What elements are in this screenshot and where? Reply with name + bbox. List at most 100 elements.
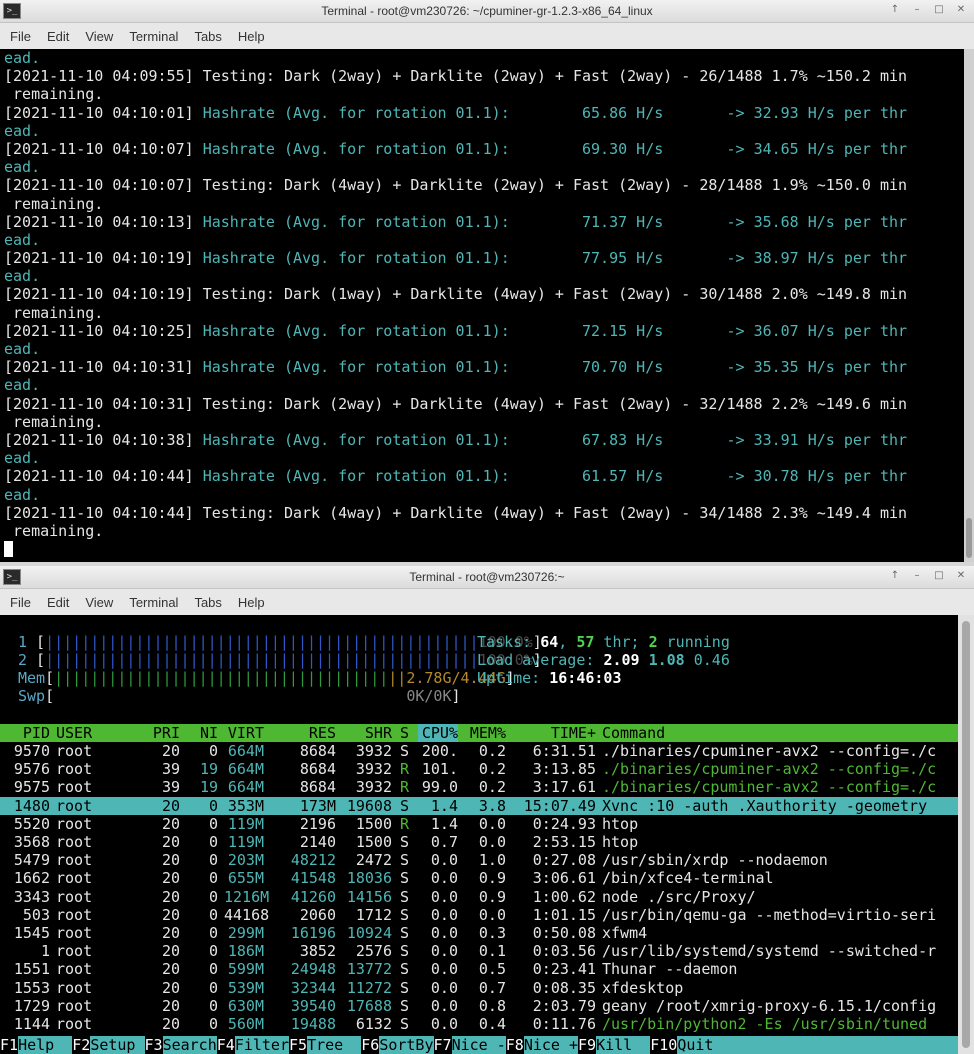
cell-s: S xyxy=(400,1015,410,1033)
menu-tabs[interactable]: Tabs xyxy=(186,595,229,610)
process-row[interactable]: 1662 root 20 0 655M 41548 18036 S 0.0 0.9 3:06.61 /… xyxy=(0,869,958,887)
window-title: Terminal - root@vm230726: ~/cpuminer-gr-… xyxy=(321,4,653,18)
column-header-virt[interactable]: VIRT xyxy=(224,724,264,742)
scrollbar-thumb[interactable] xyxy=(962,621,970,1048)
column-header-pid[interactable]: PID xyxy=(0,724,50,742)
cell-res: 19488 xyxy=(290,1015,336,1033)
process-row[interactable]: 1144 root 20 0 560M 19488 6132 S 0.0 0.4 0:11.76/u… xyxy=(0,1015,958,1033)
cell-virt: 186M xyxy=(227,942,264,961)
cell-cmd: htop xyxy=(602,814,639,833)
keep-above-icon[interactable]: ↑ xyxy=(888,3,902,17)
column-header-time[interactable]: TIME+ xyxy=(516,724,596,742)
column-header-shr[interactable]: SHR xyxy=(342,724,392,742)
title-bar[interactable]: >_ Terminal - root@vm230726:~ ↑ – □ ✕ xyxy=(0,566,974,589)
minimize-icon[interactable]: – xyxy=(910,3,924,17)
fkey-label: SortBy xyxy=(379,1036,434,1054)
fkey-f2[interactable]: F2Setup xyxy=(72,1036,145,1054)
cell-virt: 655M xyxy=(227,869,264,888)
process-row[interactable]: 9576 root 39 19 664M 8684 3932 R 101. 0.2 3:13.85.… xyxy=(0,760,958,778)
fkey-key: F2 xyxy=(72,1036,91,1054)
terminal-line: [2021-11-10 04:10:19] Hashrate (Avg. for… xyxy=(4,249,907,267)
menu-terminal[interactable]: Terminal xyxy=(121,29,186,44)
cell-mem: 0.9 xyxy=(478,869,506,888)
scrollbar[interactable] xyxy=(964,49,974,562)
menu-file[interactable]: File xyxy=(2,595,39,610)
close-icon[interactable]: ✕ xyxy=(954,569,968,583)
terminal-line: remaining. xyxy=(4,522,907,540)
close-icon[interactable]: ✕ xyxy=(954,3,968,17)
column-header-command[interactable]: Command xyxy=(602,724,958,742)
htop-screen[interactable]: 1 [|||||||||||||||||||||||||||||||||||||… xyxy=(0,615,958,1054)
cell-mem: 0.4 xyxy=(478,1015,506,1033)
fkey-label: Filter xyxy=(234,1036,289,1054)
cell-time: 6:31.51 xyxy=(532,742,596,760)
cell-ni: 0 xyxy=(208,796,218,815)
fkey-f4[interactable]: F4Filter xyxy=(217,1036,289,1054)
terminal-window-miner: >_ Terminal - root@vm230726: ~/cpuminer-… xyxy=(0,0,974,562)
fkey-f3[interactable]: F3Search xyxy=(145,1036,217,1054)
column-header-res[interactable]: RES xyxy=(276,724,336,742)
fkey-f7[interactable]: F7Nice - xyxy=(434,1036,506,1054)
scrollbar[interactable] xyxy=(958,615,974,1054)
terminal-line: remaining. xyxy=(4,413,907,431)
fkey-f9[interactable]: F9Kill xyxy=(578,1036,651,1054)
terminal-line: [2021-11-10 04:10:31] Testing: Dark (2wa… xyxy=(4,395,907,413)
cell-cpu: 0.0 xyxy=(430,978,458,997)
process-row[interactable]: 9570 root 20 0 664M 8684 3932 S 200. 0.2 6:31.51 ./… xyxy=(0,742,958,760)
menu-tabs[interactable]: Tabs xyxy=(186,29,229,44)
menu-view[interactable]: View xyxy=(77,29,121,44)
menu-bar: File Edit View Terminal Tabs Help xyxy=(0,589,974,616)
process-row[interactable]: 3343 root 20 0 1216M 41260 14156 S 0.0 0.9 1:00.62… xyxy=(0,888,958,906)
cell-res: 48212 xyxy=(290,851,336,870)
mem-meter: Mem[||||||||||||||||||||||||||||||||||||… xyxy=(18,669,515,687)
process-row[interactable]: 1551 root 20 0 599M 24948 13772 S 0.0 0.5 0:23.41 T… xyxy=(0,960,958,978)
process-row[interactable]: 5520 root 20 0 119M 2196 1500 R 1.4 0.0 0:24.93 hto… xyxy=(0,815,958,833)
cell-cpu: 1.4 xyxy=(430,814,458,833)
maximize-icon[interactable]: □ xyxy=(932,3,946,17)
cell-pid: 1480 xyxy=(13,796,50,815)
cell-mem: 0.2 xyxy=(478,778,506,797)
hashrate-text: Hashrate (Avg. for rotation 01.1): 70.70… xyxy=(202,358,908,377)
fkey-f1[interactable]: F1Help xyxy=(0,1036,73,1054)
process-row[interactable]: 1 root 20 0 186M 3852 2576 S 0.0 0.1 0:03.56/usr/l… xyxy=(0,942,958,960)
terminal-line: [2021-11-10 04:10:44] Hashrate (Avg. for… xyxy=(4,467,907,485)
terminal-output[interactable]: ead. [2021-11-10 04:09:55] Testing: Dark … xyxy=(0,49,964,562)
cell-cpu: 0.0 xyxy=(430,996,458,1015)
fkey-f6[interactable]: F6SortBy xyxy=(361,1036,434,1054)
process-row[interactable]: 1545 root 20 0 299M 16196 10924 S 0.0 0.3 0:50.08 x… xyxy=(0,924,958,942)
process-row[interactable]: 9575 root 39 19 664M 8684 3932 R 99.0 0.2 3:17.61.… xyxy=(0,778,958,796)
column-header-user[interactable]: USER xyxy=(56,724,116,742)
process-table-header[interactable]: PID USER PRI NI VIRT RES SHR S CPU% MEM% TIME+ Comm… xyxy=(0,724,958,743)
column-header-mem[interactable]: MEM% xyxy=(466,724,506,742)
process-row[interactable]: 1729 root 20 0 630M 39540 17688 S 0.0 0.8 2:03.79 g… xyxy=(0,997,958,1015)
menu-edit[interactable]: Edit xyxy=(39,595,77,610)
process-row[interactable]: 1553 root 20 0 539M 32344 11272 S 0.0 0.7 0:08.35 x… xyxy=(0,979,958,997)
terminal-line: [2021-11-10 04:10:07] Hashrate (Avg. for… xyxy=(4,140,907,158)
process-row[interactable]: 5479 root 20 0 203M 48212 2472 S 0.0 1.0 0:27.08/u… xyxy=(0,851,958,869)
process-row[interactable]: 503 root 20 0 44168 2060 1712 S 0.0 0.0 1:01.15/us… xyxy=(0,906,958,924)
fkey-f5[interactable]: F5Tree xyxy=(289,1036,362,1054)
cell-pri: 20 xyxy=(161,833,180,851)
menu-file[interactable]: File xyxy=(2,29,39,44)
menu-view[interactable]: View xyxy=(77,595,121,610)
keep-above-icon[interactable]: ↑ xyxy=(888,569,902,583)
title-bar[interactable]: >_ Terminal - root@vm230726: ~/cpuminer-… xyxy=(0,0,974,23)
scrollbar-thumb[interactable] xyxy=(966,518,972,558)
menu-edit[interactable]: Edit xyxy=(39,29,77,44)
minimize-icon[interactable]: – xyxy=(910,569,924,583)
column-header-ni[interactable]: NI xyxy=(188,724,218,742)
cell-s: S xyxy=(400,978,410,997)
cell-res: 8684 xyxy=(299,778,336,797)
fkey-f8[interactable]: F8Nice + xyxy=(506,1036,578,1054)
menu-terminal[interactable]: Terminal xyxy=(121,595,186,610)
menu-help[interactable]: Help xyxy=(230,595,273,610)
column-header-cpu[interactable]: CPU% xyxy=(418,724,458,743)
column-header-pri[interactable]: PRI xyxy=(140,724,180,742)
process-row[interactable]: 1480 root 20 0 353M 173M 19608 S 1.4 3.8 15:07.49 X… xyxy=(0,796,958,815)
menu-help[interactable]: Help xyxy=(230,29,273,44)
fkey-f10[interactable]: F10Quit xyxy=(650,1036,732,1054)
process-row[interactable]: 3568 root 20 0 119M 2140 1500 S 0.7 0.0 2:53.15 hto… xyxy=(0,833,958,851)
column-header-s[interactable]: S xyxy=(400,724,410,742)
cell-shr: 13772 xyxy=(346,960,392,979)
maximize-icon[interactable]: □ xyxy=(932,569,946,583)
